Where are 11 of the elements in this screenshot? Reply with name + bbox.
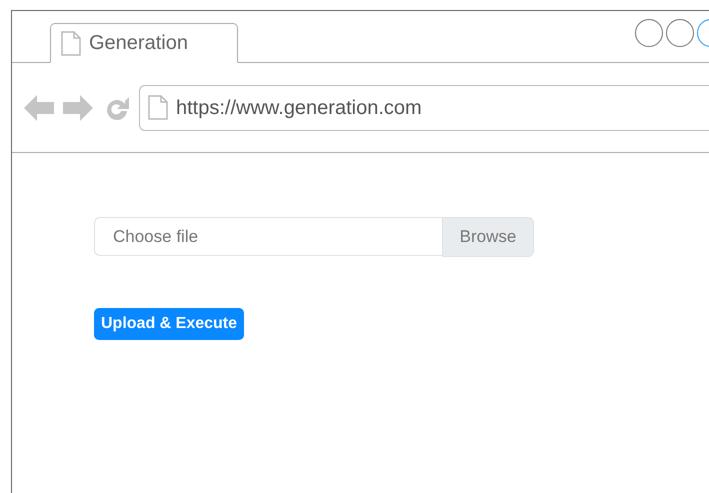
window-control-icon[interactable] <box>635 19 663 47</box>
browse-button[interactable]: Browse <box>442 217 534 256</box>
forward-icon[interactable] <box>63 94 93 120</box>
upload-button[interactable]: Upload & Execute <box>94 308 244 340</box>
address-bar[interactable]: https://www.generation.com <box>139 84 709 130</box>
window-control-icon[interactable] <box>666 19 694 47</box>
document-icon <box>148 95 168 120</box>
file-field[interactable]: Choose file <box>94 217 443 256</box>
browser-tab[interactable]: Generation <box>50 23 238 63</box>
back-icon[interactable] <box>24 94 54 120</box>
document-icon <box>61 30 81 56</box>
